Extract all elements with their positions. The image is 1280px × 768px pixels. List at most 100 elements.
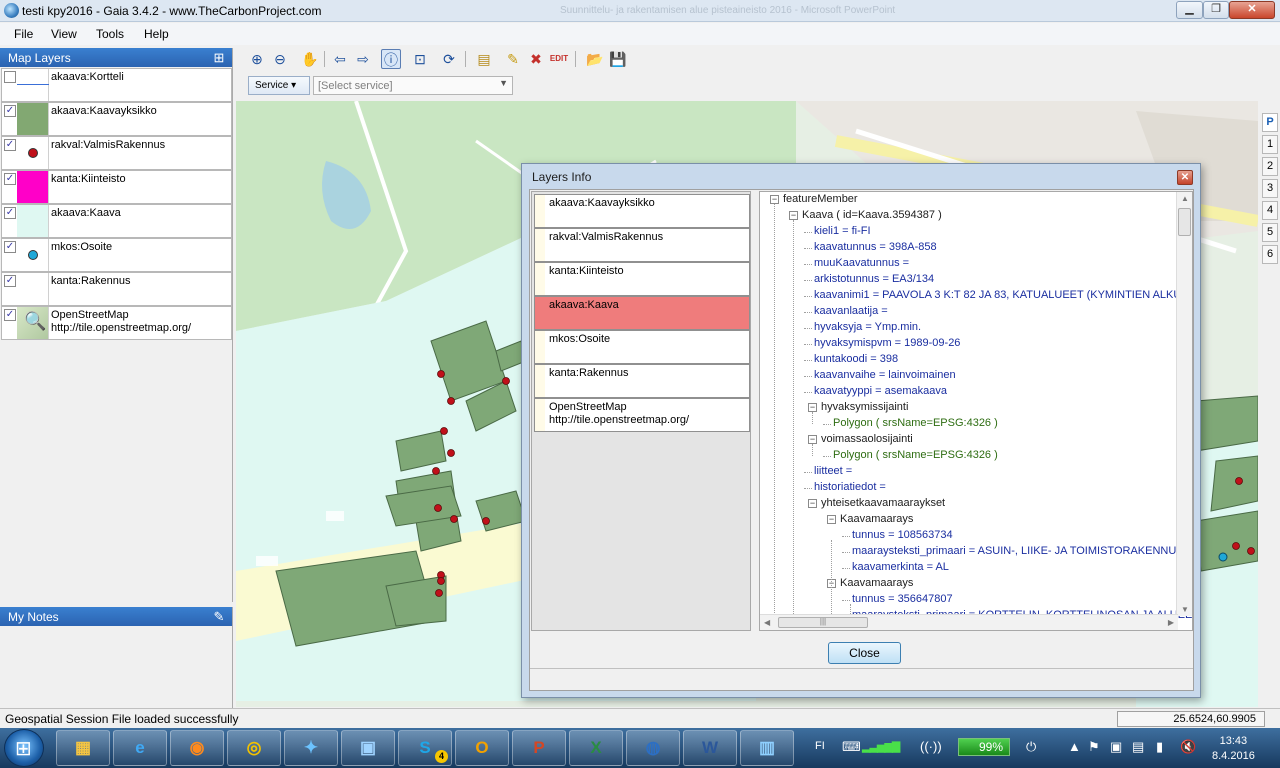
page-tab[interactable]: 1 [1262,135,1278,154]
tree-collapse-icon[interactable]: − [789,211,798,220]
layer-row[interactable]: akaava:Kortteli [1,68,232,102]
tree-node[interactable]: featureMember [783,192,858,206]
horizontal-scroll-thumb[interactable]: ||| [778,617,868,628]
layer-visibility-checkbox[interactable]: ✓ [4,139,16,151]
layer-row[interactable]: ✓ akaava:Kaava [1,204,232,238]
layer-row[interactable]: ✓ kanta:Rakennus [1,272,232,306]
tree-attribute[interactable]: kaavamerkinta = AL [852,560,949,574]
tree-attribute[interactable]: kuntakoodi = 398 [814,352,898,366]
layer-row[interactable]: ✓ rakval:ValmisRakennus [1,136,232,170]
tree-collapse-icon[interactable]: − [808,403,817,412]
back-arrow-icon[interactable]: ⇦ [330,49,350,69]
tree-attribute[interactable]: arkistotunnus = EA3/134 [814,272,934,286]
tree-attribute[interactable]: kaavanimi1 = PAAVOLA 3 K:T 82 JA 83, KAT… [814,288,1192,302]
tree-attribute[interactable]: kaavanvaihe = lainvoimainen [814,368,956,382]
layer-visibility-checkbox[interactable] [4,71,16,83]
pan-hand-icon[interactable]: ✋ [300,49,320,69]
chrome-icon[interactable]: ◎ [227,730,281,766]
firefox-icon[interactable]: ◉ [170,730,224,766]
horizontal-scrollbar[interactable]: ◀ ||| ▶ [760,614,1178,630]
powerpoint-icon[interactable]: P [512,730,566,766]
tree-attribute[interactable]: kaavanlaatija = [814,304,888,318]
tree-attribute[interactable]: liitteet = [814,464,852,478]
skype-icon[interactable]: S4 [398,730,452,766]
tree-node[interactable]: yhteisetkaavamaaraykset [821,496,945,510]
info-icon[interactable]: ⓘ [381,49,401,69]
add-note-icon[interactable]: ✎ [210,609,228,624]
layer-row[interactable]: ✓ kanta:Kiinteisto [1,170,232,204]
signal-strength-icon[interactable]: ▂▃▅▆▇ [862,740,900,754]
page-tab[interactable]: 5 [1262,223,1278,242]
service-select[interactable]: [Select service] ▼ [313,76,513,95]
gaia-icon[interactable]: ✦ [284,730,338,766]
battery-indicator[interactable]: 99% [958,738,1010,756]
start-button[interactable] [4,729,44,767]
tray-overflow-icon[interactable]: ▲ [1068,740,1081,754]
service-button[interactable]: Service ▾ [248,76,310,95]
scroll-thumb[interactable] [1178,208,1191,236]
excel-icon[interactable]: X [569,730,623,766]
layer-visibility-checkbox[interactable]: ✓ [4,173,16,185]
forward-arrow-icon[interactable]: ⇨ [353,49,373,69]
zoom-in-icon[interactable]: ⊕ [247,49,267,69]
menu-view[interactable]: View [51,27,77,41]
close-button[interactable]: Close [828,642,901,664]
network-icon[interactable]: ▣ [1110,740,1122,754]
tree-attribute[interactable]: kaavatunnus = 398A-858 [814,240,937,254]
full-extent-icon[interactable]: ⊡ [410,49,430,69]
vpn-icon[interactable]: ◍ [626,730,680,766]
power-plug-icon[interactable]: ⏻ [1026,740,1036,754]
tree-node[interactable]: Kaavamaarays [840,512,913,526]
tree-collapse-icon[interactable]: − [808,499,817,508]
layers-info-item[interactable]: kanta:Rakennus [534,364,750,398]
layer-row[interactable]: ✓ akaava:Kaavayksikko [1,102,232,136]
tree-attribute[interactable]: kaavatyyppi = asemakaava [814,384,947,398]
menu-help[interactable]: Help [144,27,169,41]
open-folder-icon[interactable]: 📂 [585,49,605,69]
tree-node[interactable]: hyvaksymissijainti [821,400,908,414]
layer-row[interactable]: ✓ mkos:Osoite [1,238,232,272]
menu-tools[interactable]: Tools [96,27,124,41]
scroll-down-icon[interactable]: ▼ [1181,605,1189,614]
menu-file[interactable]: File [14,27,33,41]
layers-info-item[interactable]: kanta:Kiinteisto [534,262,750,296]
delete-icon[interactable]: ✖ [526,49,546,69]
tree-collapse-icon[interactable]: − [827,515,836,524]
volume-muted-icon[interactable]: 🔇 [1180,740,1196,754]
layer-visibility-checkbox[interactable]: ✓ [4,275,16,287]
tree-attribute[interactable]: historiatiedot = [814,480,886,494]
language-indicator[interactable]: FI [815,740,825,752]
scroll-left-icon[interactable]: ◀ [764,618,770,627]
system-clock[interactable]: 13:43 8.4.2016 [1212,734,1255,764]
word-icon[interactable]: W [683,730,737,766]
layers-info-item[interactable]: rakval:ValmisRakennus [534,228,750,262]
page-tab[interactable]: 6 [1262,245,1278,264]
restore-button[interactable]: ❐ [1203,1,1229,19]
scroll-up-icon[interactable]: ▲ [1181,194,1189,203]
tree-attribute[interactable]: hyvaksymispvm = 1989-09-26 [814,336,960,350]
layer-row[interactable]: ✓ 🔍 OpenStreetMap http://tile.openstreetmap… [1,306,232,340]
refresh-icon[interactable]: ⟳ [439,49,459,69]
layers-info-item[interactable]: akaava:Kaavayksikko [534,194,750,228]
tree-geometry[interactable]: Polygon ( srsName=EPSG:4326 ) [833,416,998,430]
tree-attribute[interactable]: tunnus = 356647807 [852,592,953,606]
control-panel-icon[interactable]: ▥ [740,730,794,766]
new-note-icon[interactable]: ▤ [474,49,494,69]
tree-collapse-icon[interactable]: − [808,435,817,444]
device-icon[interactable]: ▤ [1132,740,1144,754]
tree-attribute[interactable]: hyvaksyja = Ymp.min. [814,320,921,334]
zoom-out-icon[interactable]: ⊖ [270,49,290,69]
add-layer-icon[interactable]: ⊞ [210,50,228,65]
layer-visibility-checkbox[interactable]: ✓ [4,105,16,117]
save-icon[interactable]: 💾 [608,49,628,69]
layers-info-item[interactable]: mkos:Osoite [534,330,750,364]
page-tab[interactable]: 4 [1262,201,1278,220]
tree-collapse-icon[interactable]: − [770,195,779,204]
page-tab[interactable]: P [1262,113,1278,132]
edit-pencil-icon[interactable]: ✎ [503,49,523,69]
layer-visibility-checkbox[interactable]: ✓ [4,241,16,253]
tree-node[interactable]: voimassaolosijainti [821,432,913,446]
tree-attribute[interactable]: tunnus = 108563734 [852,528,953,542]
explorer-icon[interactable]: ▦ [56,730,110,766]
page-tab[interactable]: 2 [1262,157,1278,176]
